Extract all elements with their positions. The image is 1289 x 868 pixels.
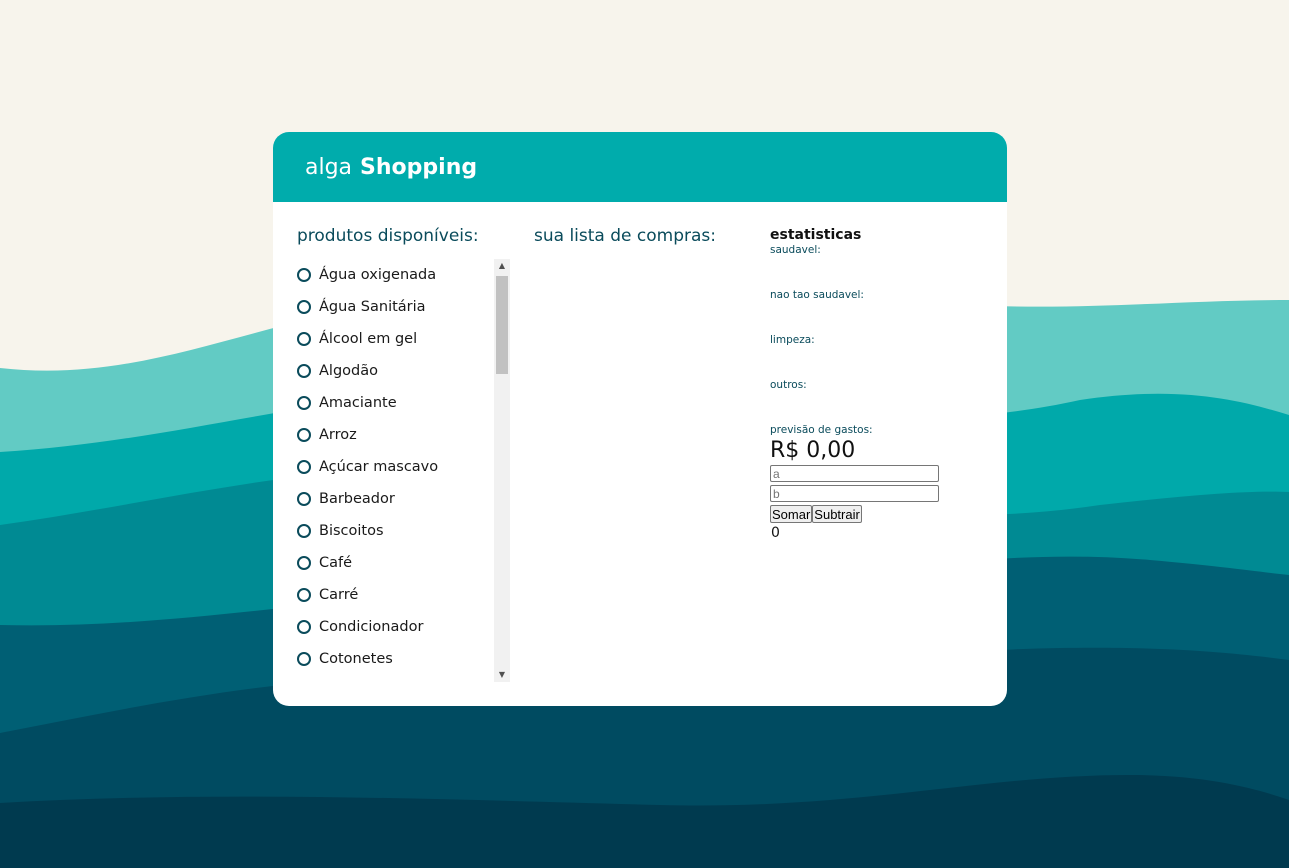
stats-column: estatisticas saudavel: nao tao saudavel:…	[770, 227, 980, 541]
calc-result: 0	[771, 525, 780, 541]
product-item[interactable]: Barbeador	[297, 483, 510, 515]
product-label: Açúcar mascavo	[319, 459, 439, 475]
product-label: Cotonetes	[319, 651, 393, 667]
product-item[interactable]: Açúcar mascavo	[297, 451, 510, 483]
input-a-field[interactable]	[770, 465, 939, 482]
cart-column: sua lista de compras:	[534, 226, 744, 246]
product-item[interactable]: Arroz	[297, 419, 510, 451]
product-label: Condicionador	[319, 619, 424, 635]
radio-circle-icon[interactable]	[297, 332, 311, 346]
stat-forecast-label: previsão de gastos:	[770, 424, 873, 436]
stats-title: estatisticas	[770, 227, 862, 243]
stat-cleaning-label: limpeza:	[770, 334, 815, 346]
cart-title: sua lista de compras:	[534, 226, 716, 246]
product-label: Arroz	[319, 427, 357, 443]
radio-circle-icon[interactable]	[297, 588, 311, 602]
product-label: Água Sanitária	[319, 299, 426, 315]
products-scroll-area[interactable]: Água oxigenada Água Sanitária Álcool em ge…	[297, 259, 510, 682]
radio-circle-icon[interactable]	[297, 492, 311, 506]
stat-less-healthy-label: nao tao saudavel:	[770, 289, 864, 301]
radio-circle-icon[interactable]	[297, 652, 311, 666]
product-item[interactable]: Algodão	[297, 355, 510, 387]
product-item[interactable]: Biscoitos	[297, 515, 510, 547]
product-item[interactable]: Café	[297, 547, 510, 579]
calc-buttons: Somar Subtrair	[770, 505, 980, 523]
radio-circle-icon[interactable]	[297, 364, 311, 378]
brand-name-light: alga	[305, 154, 353, 180]
product-label: Barbeador	[319, 491, 395, 507]
product-label: Amaciante	[319, 395, 397, 411]
radio-circle-icon[interactable]	[297, 556, 311, 570]
product-list: Água oxigenada Água Sanitária Álcool em ge…	[297, 259, 510, 675]
radio-circle-icon[interactable]	[297, 428, 311, 442]
radio-circle-icon[interactable]	[297, 620, 311, 634]
scroll-up-arrow-icon[interactable]: ▲	[494, 259, 510, 273]
stat-others-label: outros:	[770, 379, 807, 391]
product-label: Carré	[319, 587, 359, 603]
scroll-down-arrow-icon[interactable]: ▼	[494, 668, 510, 682]
product-item[interactable]: Água Sanitária	[297, 291, 510, 323]
products-title: produtos disponíveis:	[297, 226, 479, 246]
product-label: Algodão	[319, 363, 378, 379]
stat-healthy-label: saudavel:	[770, 244, 821, 256]
product-label: Café	[319, 555, 353, 571]
radio-circle-icon[interactable]	[297, 396, 311, 410]
add-button[interactable]: Somar	[770, 505, 813, 523]
scroll-thumb[interactable]	[496, 276, 508, 374]
radio-circle-icon[interactable]	[297, 460, 311, 474]
products-scrollbar[interactable]: ▲ ▼	[494, 259, 510, 682]
product-label: Álcool em gel	[319, 331, 418, 347]
main-card: alga Shopping produtos disponíveis: Água…	[273, 132, 1007, 706]
product-item[interactable]: Carré	[297, 579, 510, 611]
product-item[interactable]: Condicionador	[297, 611, 510, 643]
input-b-field[interactable]	[770, 485, 939, 502]
product-label: Água oxigenada	[319, 267, 437, 283]
radio-circle-icon[interactable]	[297, 300, 311, 314]
brand-name-bold: Shopping	[360, 154, 478, 180]
product-item[interactable]: Água oxigenada	[297, 259, 510, 291]
product-item[interactable]: Cotonetes	[297, 643, 510, 675]
products-column: produtos disponíveis: Água oxigenada Água…	[297, 226, 510, 682]
subtract-button[interactable]: Subtrair	[812, 505, 862, 523]
app-header: alga Shopping	[273, 132, 1007, 202]
radio-circle-icon[interactable]	[297, 268, 311, 282]
product-item[interactable]: Amaciante	[297, 387, 510, 419]
product-label: Biscoitos	[319, 523, 384, 539]
product-item[interactable]: Álcool em gel	[297, 323, 510, 355]
total-amount: R$ 0,00	[770, 438, 856, 463]
radio-circle-icon[interactable]	[297, 524, 311, 538]
